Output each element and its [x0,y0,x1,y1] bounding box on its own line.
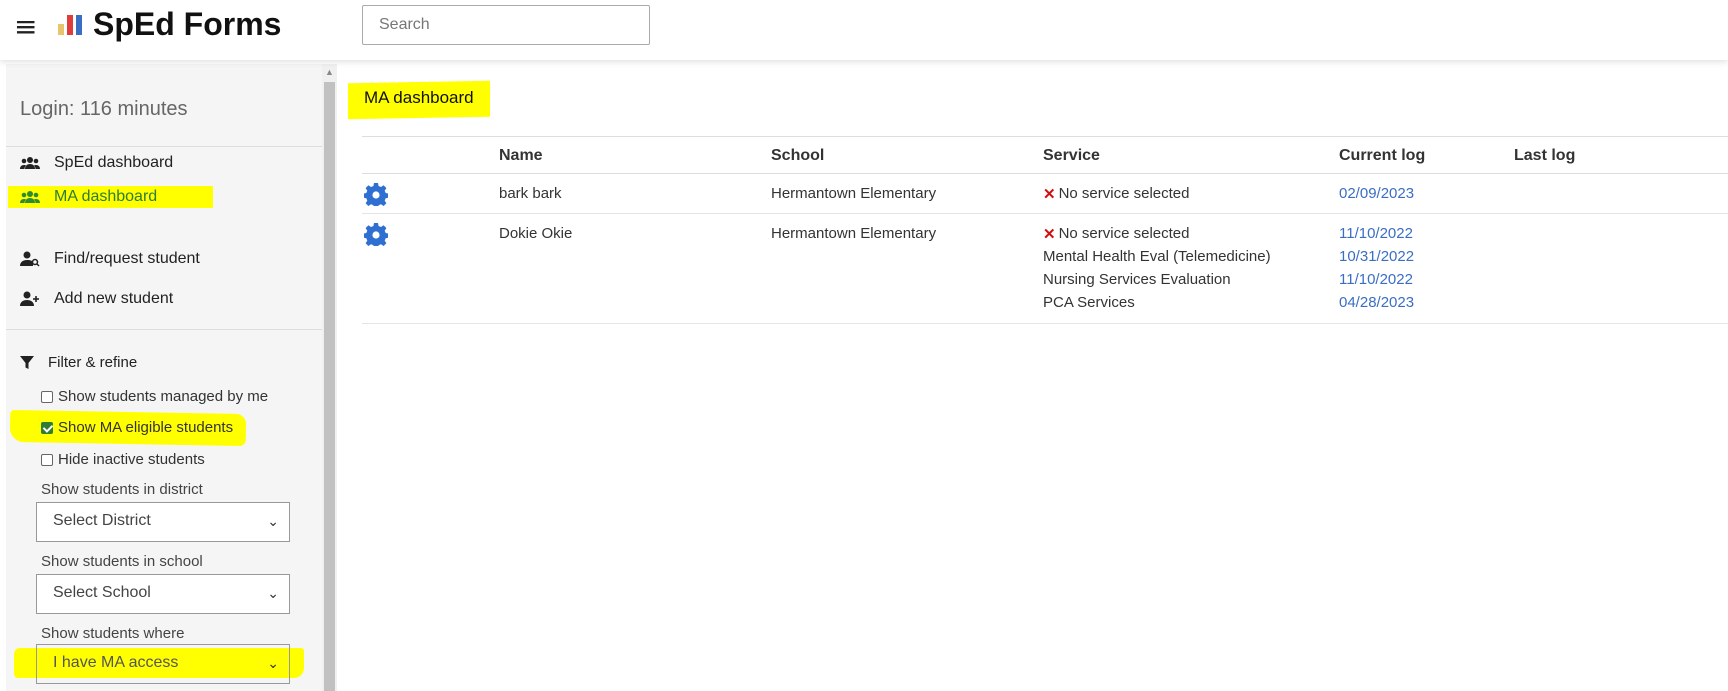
chevron-down-icon: ⌄ [267,513,279,529]
service-item: ✕ No service selected [1043,182,1189,205]
checkbox[interactable] [41,453,53,466]
current-log-link[interactable]: 04/28/2023 [1339,291,1414,314]
current-log-link[interactable]: 11/10/2022 [1339,268,1414,291]
sidebar: Login: 116 minutes SpEd dashboard MA das… [6,64,322,691]
district-label: Show students in district [41,481,203,498]
col-last-log[interactable]: Last log [1514,147,1575,165]
service-item: PCA Services [1043,294,1135,311]
search-input[interactable] [362,5,650,45]
error-x-icon: ✕ [1043,225,1056,243]
filter-title: Filter & refine [48,354,138,371]
sidebar-scrollbar[interactable]: ▲ [322,64,337,691]
nav-label: MA dashboard [54,188,158,205]
user-search-icon [20,251,40,267]
checkbox[interactable] [41,421,53,434]
checkbox-hide-inactive[interactable]: Hide inactive students [41,451,205,468]
nav-find-request-student[interactable]: Find/request student [20,246,200,272]
service-item: Mental Health Eval (Telemedicine) [1043,248,1271,265]
checkbox-managed-by-me[interactable]: Show students managed by me [41,388,268,405]
service-list: ✕ No service selected Mental Health Eval … [1043,214,1271,314]
select-value: Select School [53,584,151,601]
gear-icon[interactable] [364,222,388,246]
table-row: Dokie Okie Hermantown Elementary ✕ No ser… [362,214,1728,324]
scrollbar-thumb[interactable] [324,82,335,691]
student-name[interactable]: Dokie Okie [499,225,572,242]
divider [6,146,322,147]
filter-icon [20,355,34,370]
login-timer: Login: 116 minutes [20,98,188,120]
student-name[interactable]: bark bark [499,185,562,202]
district-select[interactable]: Select District ⌄ [36,502,290,542]
current-log-list: 11/10/2022 10/31/2022 11/10/2022 04/28/2… [1339,214,1414,314]
service-text: No service selected [1058,185,1190,202]
school-label: Show students in school [41,553,203,570]
current-log-link[interactable]: 10/31/2022 [1339,245,1414,268]
page-title: MA dashboard [348,80,490,120]
error-x-icon: ✕ [1043,185,1056,203]
service-item: Nursing Services Evaluation [1043,271,1231,288]
students-table: Name School Service Current log Last log… [362,136,1728,324]
current-log-link[interactable]: 11/10/2022 [1339,222,1414,245]
scroll-up-icon[interactable]: ▲ [325,67,334,77]
user-plus-icon [20,291,40,307]
nav-label: Add new student [54,290,174,307]
col-name[interactable]: Name [499,147,543,165]
nav-ma-dashboard[interactable]: MA dashboard [8,186,214,208]
service-item: ✕ No service selected [1043,222,1271,245]
student-school: Hermantown Elementary [771,185,937,202]
nav-sped-dashboard[interactable]: SpEd dashboard [20,150,173,176]
checkbox-label: Show MA eligible students [58,419,234,436]
checkbox-label: Hide inactive students [58,451,205,468]
where-select[interactable]: I have MA access ⌄ [36,644,290,684]
gear-icon[interactable] [364,182,388,206]
hamburger-icon[interactable]: ≡ [14,10,37,43]
service-list: ✕ No service selected [1043,174,1189,205]
logo-icon [58,15,83,35]
service-text: No service selected [1058,225,1190,242]
col-service[interactable]: Service [1043,147,1100,165]
student-school: Hermantown Elementary [771,225,937,242]
current-log-link[interactable]: 02/09/2023 [1339,182,1414,205]
current-log-list: 02/09/2023 [1339,174,1414,205]
brand-title[interactable]: SpEd Forms [93,6,281,43]
nav-label: SpEd dashboard [54,154,174,171]
filter-heading: Filter & refine [20,354,137,371]
page-title-text: MA dashboard [364,88,474,107]
checkbox-ma-eligible[interactable]: Show MA eligible students [41,419,233,436]
table-row: bark bark Hermantown Elementary ✕ No serv… [362,174,1728,214]
divider [6,329,322,330]
chevron-down-icon: ⌄ [267,585,279,601]
chevron-down-icon: ⌄ [267,655,279,671]
select-value: I have MA access [53,654,179,671]
checkbox[interactable] [41,390,53,403]
col-school[interactable]: School [771,147,824,165]
checkbox-label: Show students managed by me [58,388,269,405]
users-icon [20,190,40,204]
select-value: Select District [53,512,151,529]
nav-add-new-student[interactable]: Add new student [20,286,173,312]
where-label: Show students where [41,625,185,642]
table-header: Name School Service Current log Last log [362,136,1728,174]
users-icon [20,156,40,170]
col-current-log[interactable]: Current log [1339,147,1425,165]
top-bar: ≡ SpEd Forms [0,0,1728,60]
nav-label: Find/request student [54,250,200,267]
school-select[interactable]: Select School ⌄ [36,574,290,614]
